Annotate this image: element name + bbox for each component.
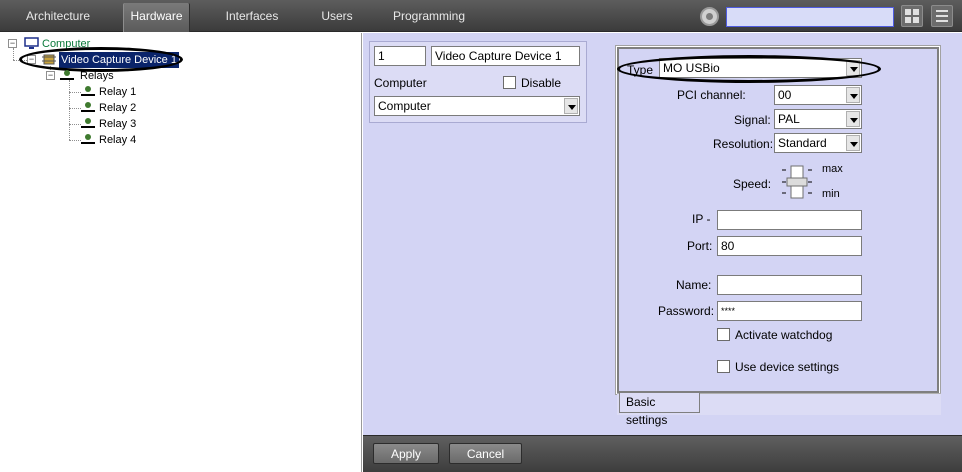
tree-item-relays[interactable]: Relays [80, 68, 114, 84]
ip-label: IP - [692, 212, 711, 226]
tree-connector [69, 80, 70, 140]
relay-icon [60, 70, 74, 80]
pci-channel-value: 00 [778, 88, 792, 102]
relay-icon [81, 102, 95, 112]
tree-item-relay[interactable]: Relay 1 [99, 84, 136, 100]
tab-hardware[interactable]: Hardware [123, 3, 190, 32]
pci-channel-label: PCI channel: [677, 88, 746, 102]
apply-button[interactable]: Apply [373, 443, 439, 464]
hardware-tree-panel [0, 33, 362, 472]
tree-connector [69, 92, 81, 93]
tab-architecture[interactable]: Architecture [16, 0, 100, 32]
menu-icon[interactable] [931, 5, 953, 27]
activate-watchdog-label: Activate watchdog [735, 328, 833, 342]
tab-interfaces[interactable]: Interfaces [217, 0, 287, 32]
port-label: Port: [687, 239, 713, 253]
computer-icon [24, 37, 39, 49]
collapse-toggle[interactable]: − [46, 71, 55, 80]
chevron-down-icon[interactable] [846, 135, 860, 151]
chevron-down-icon[interactable] [846, 87, 860, 103]
grid-icon[interactable] [901, 5, 923, 27]
highlight-ellipse [617, 55, 881, 83]
chevron-down-icon[interactable] [846, 111, 860, 127]
chevron-down-icon[interactable] [564, 98, 578, 114]
tree-connector [69, 108, 81, 109]
computer-select-value: Computer [378, 99, 431, 113]
name-label: Name: [676, 278, 712, 292]
use-device-settings-checkbox[interactable] [717, 360, 730, 373]
tree-connector [69, 140, 81, 141]
resolution-select[interactable]: Standard [774, 133, 862, 153]
relay-icon [81, 134, 95, 144]
object-name-field[interactable]: Video Capture Device 1 [431, 46, 580, 66]
pci-channel-select[interactable]: 00 [774, 85, 862, 105]
resolution-value: Standard [778, 136, 827, 150]
tree-connector [13, 48, 14, 60]
activate-watchdog-checkbox[interactable] [717, 328, 730, 341]
cancel-button[interactable]: Cancel [449, 443, 522, 464]
tree-connector [69, 124, 81, 125]
speed-max-label: max [822, 163, 843, 175]
speed-slider[interactable] [778, 164, 818, 200]
tree-item-relay[interactable]: Relay 3 [99, 116, 136, 132]
computer-select[interactable]: Computer [374, 96, 580, 116]
tab-programming[interactable]: Programming [388, 0, 470, 32]
tab-users[interactable]: Users [312, 0, 362, 32]
password-field[interactable]: **** [717, 301, 862, 321]
tree-item-relay[interactable]: Relay 4 [99, 132, 136, 148]
collapse-toggle[interactable]: − [8, 39, 17, 48]
search-input[interactable] [726, 7, 894, 27]
name-field[interactable] [717, 275, 862, 295]
ip-address-field[interactable] [717, 210, 862, 230]
relay-icon [81, 86, 95, 96]
port-field[interactable]: 80 [717, 236, 862, 256]
signal-value: PAL [778, 112, 800, 126]
tree-item-relay[interactable]: Relay 2 [99, 100, 136, 116]
use-device-settings-label: Use device settings [735, 360, 840, 374]
signal-select[interactable]: PAL [774, 109, 862, 129]
disable-checkbox[interactable] [503, 76, 516, 89]
relay-icon [81, 118, 95, 128]
speed-min-label: min [822, 188, 840, 200]
top-navigation-bar: Architecture Hardware Interfaces Users P… [0, 0, 962, 32]
signal-label: Signal: [734, 113, 771, 127]
resolution-label: Resolution: [713, 137, 774, 151]
circle-gear-icon[interactable] [700, 7, 719, 26]
speed-label: Speed: [733, 177, 772, 191]
password-label: Password: [658, 304, 715, 318]
disable-label: Disable [521, 76, 562, 90]
computer-label: Computer [374, 76, 427, 90]
tab-basic-settings[interactable]: Basic settings [619, 393, 700, 427]
object-id-field[interactable]: 1 [374, 46, 426, 66]
